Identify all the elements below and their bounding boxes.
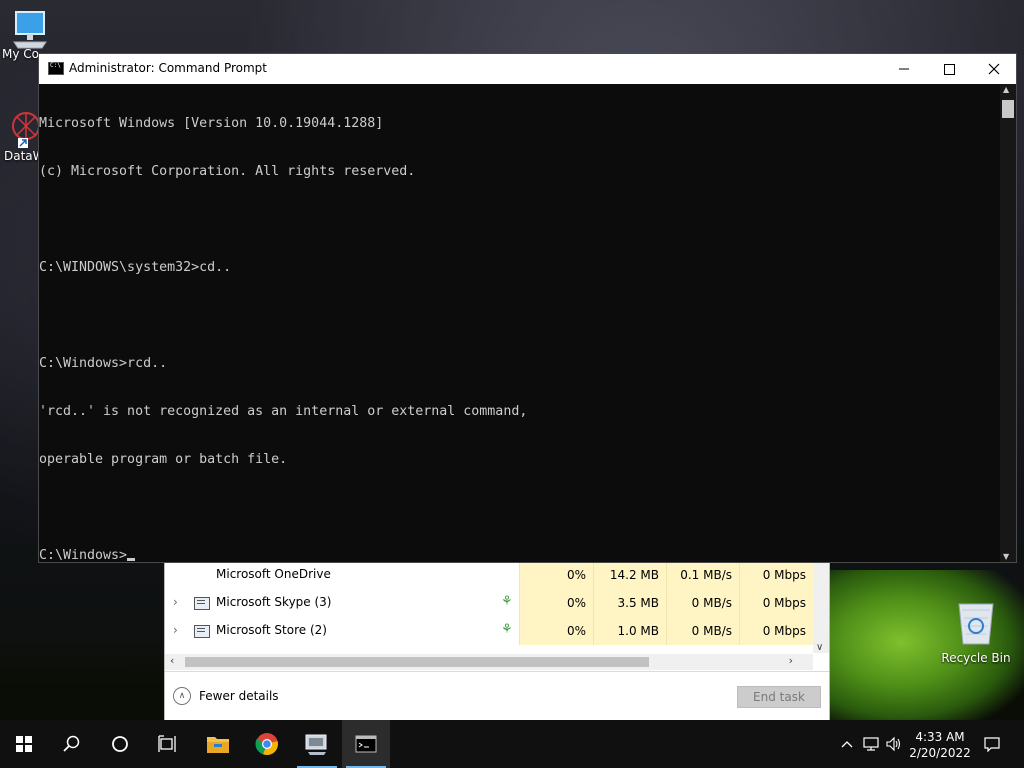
- clock-date: 2/20/2022: [909, 746, 971, 760]
- disk-value: 0 MB/s: [666, 589, 739, 617]
- close-icon: [988, 63, 1000, 75]
- table-row[interactable]: Microsoft OneDrive 0% 14.2 MB 0.1 MB/s 0…: [165, 561, 829, 589]
- process-name: Microsoft Store (2): [216, 623, 327, 637]
- search-icon: [63, 735, 80, 752]
- cpu-value: 0%: [519, 589, 593, 617]
- chrome-button[interactable]: [243, 720, 291, 768]
- notifications-button[interactable]: [978, 720, 1006, 768]
- maximize-button[interactable]: [926, 54, 972, 84]
- desktop-icon-label: Recycle Bin: [941, 651, 1011, 665]
- table-row[interactable]: › Microsoft Store (2) ⚘ 0% 1.0 MB 0 MB/s…: [165, 617, 829, 645]
- fewer-details-label: Fewer details: [199, 689, 279, 703]
- memory-value: 1.0 MB: [593, 617, 666, 645]
- desktop-icon-recycle-bin[interactable]: Recycle Bin: [938, 600, 1014, 665]
- window-title: Administrator: Command Prompt: [69, 61, 267, 75]
- minimize-icon: [899, 68, 909, 70]
- command-prompt-icon: [48, 62, 64, 75]
- app-window-icon: [194, 597, 210, 610]
- clock[interactable]: 4:33 AM 2/20/2022: [908, 729, 972, 761]
- console-line: operable program or batch file.: [39, 452, 288, 467]
- fewer-details-link[interactable]: ∧ Fewer details: [173, 687, 279, 705]
- task-view-icon: [158, 735, 176, 752]
- chrome-icon: [255, 733, 278, 756]
- vertical-scrollbar[interactable]: ∨: [813, 561, 829, 653]
- memory-value: 14.2 MB: [593, 561, 666, 589]
- chevron-left-icon[interactable]: ‹: [170, 654, 174, 667]
- leaf-icon: ⚘: [501, 594, 513, 609]
- command-prompt-icon: [355, 735, 377, 753]
- chevron-up-icon: [841, 741, 853, 748]
- console-line: (c) Microsoft Corporation. All rights re…: [39, 164, 416, 179]
- scrollbar-thumb[interactable]: [185, 657, 649, 667]
- network-value: 0 Mbps: [739, 561, 813, 589]
- search-button[interactable]: [48, 720, 96, 768]
- network-tray-button[interactable]: [861, 720, 881, 768]
- chevron-down-icon[interactable]: ∨: [816, 642, 823, 653]
- process-name: Microsoft Skype (3): [216, 595, 332, 609]
- remote-desktop-icon: [305, 734, 327, 755]
- scrollbar-thumb[interactable]: [1002, 100, 1014, 118]
- volume-icon: [886, 736, 901, 752]
- console-line: C:\Windows>rcd..: [39, 356, 168, 371]
- console-line: Microsoft Windows [Version 10.0.19044.12…: [39, 116, 384, 131]
- chevron-down-icon[interactable]: ▼: [1003, 552, 1009, 561]
- datawrapper-icon: [12, 112, 40, 148]
- end-task-button[interactable]: End task: [737, 686, 821, 708]
- network-value: 0 Mbps: [739, 617, 813, 645]
- disk-value: 0.1 MB/s: [666, 561, 739, 589]
- console-line: 'rcd..' is not recognized as an internal…: [39, 404, 528, 419]
- task-manager-window: Microsoft OneDrive 0% 14.2 MB 0.1 MB/s 0…: [164, 560, 830, 722]
- current-prompt: C:\Windows>: [39, 548, 128, 562]
- horizontal-scrollbar[interactable]: ‹ ›: [165, 654, 813, 670]
- text-cursor: [127, 558, 136, 561]
- notification-icon: [984, 737, 1000, 752]
- taskbar: 4:33 AM 2/20/2022: [0, 720, 1024, 768]
- console-line: C:\WINDOWS\system32>cd..: [39, 260, 232, 275]
- computer-icon: [13, 11, 47, 49]
- file-explorer-button[interactable]: [194, 720, 242, 768]
- disk-value: 0 MB/s: [666, 617, 739, 645]
- command-prompt-taskbar-button[interactable]: [342, 720, 390, 768]
- network-icon: [863, 737, 879, 751]
- maximize-icon: [943, 63, 955, 75]
- file-explorer-icon: [207, 737, 229, 753]
- cortana-icon: [112, 736, 128, 752]
- chevron-up-icon: ∧: [173, 687, 191, 705]
- console-output[interactable]: Microsoft Windows [Version 10.0.19044.12…: [39, 84, 1000, 562]
- vertical-scrollbar[interactable]: ▲ ▼: [1000, 84, 1016, 562]
- prompt-line[interactable]: C:\Windows>: [39, 548, 1000, 562]
- app-window-icon: [194, 625, 210, 638]
- command-prompt-window[interactable]: Administrator: Command Prompt Microsoft …: [38, 53, 1017, 563]
- clock-time: 4:33 AM: [915, 730, 965, 744]
- cortana-button[interactable]: [96, 720, 144, 768]
- chevron-right-icon[interactable]: ›: [173, 623, 178, 637]
- network-value: 0 Mbps: [739, 589, 813, 617]
- memory-value: 3.5 MB: [593, 589, 666, 617]
- chevron-right-icon[interactable]: ›: [173, 595, 178, 609]
- process-name: Microsoft OneDrive: [216, 567, 331, 581]
- chevron-right-icon[interactable]: ›: [789, 654, 793, 667]
- task-view-button[interactable]: [144, 720, 192, 768]
- show-hidden-icons-button[interactable]: [838, 720, 856, 768]
- start-button[interactable]: [0, 720, 48, 768]
- remote-desktop-button[interactable]: [293, 720, 341, 768]
- cpu-value: 0%: [519, 617, 593, 645]
- cpu-value: 0%: [519, 561, 593, 589]
- divider: [165, 671, 829, 672]
- table-row[interactable]: › Microsoft Skype (3) ⚘ 0% 3.5 MB 0 MB/s…: [165, 589, 829, 617]
- volume-tray-button[interactable]: [884, 720, 904, 768]
- close-button[interactable]: [971, 54, 1017, 84]
- title-bar[interactable]: Administrator: Command Prompt: [39, 54, 1016, 84]
- recycle-bin-icon: [958, 603, 994, 645]
- chevron-up-icon[interactable]: ▲: [1003, 85, 1009, 94]
- start-icon: [16, 736, 32, 752]
- leaf-icon: ⚘: [501, 622, 513, 637]
- minimize-button[interactable]: [881, 54, 927, 84]
